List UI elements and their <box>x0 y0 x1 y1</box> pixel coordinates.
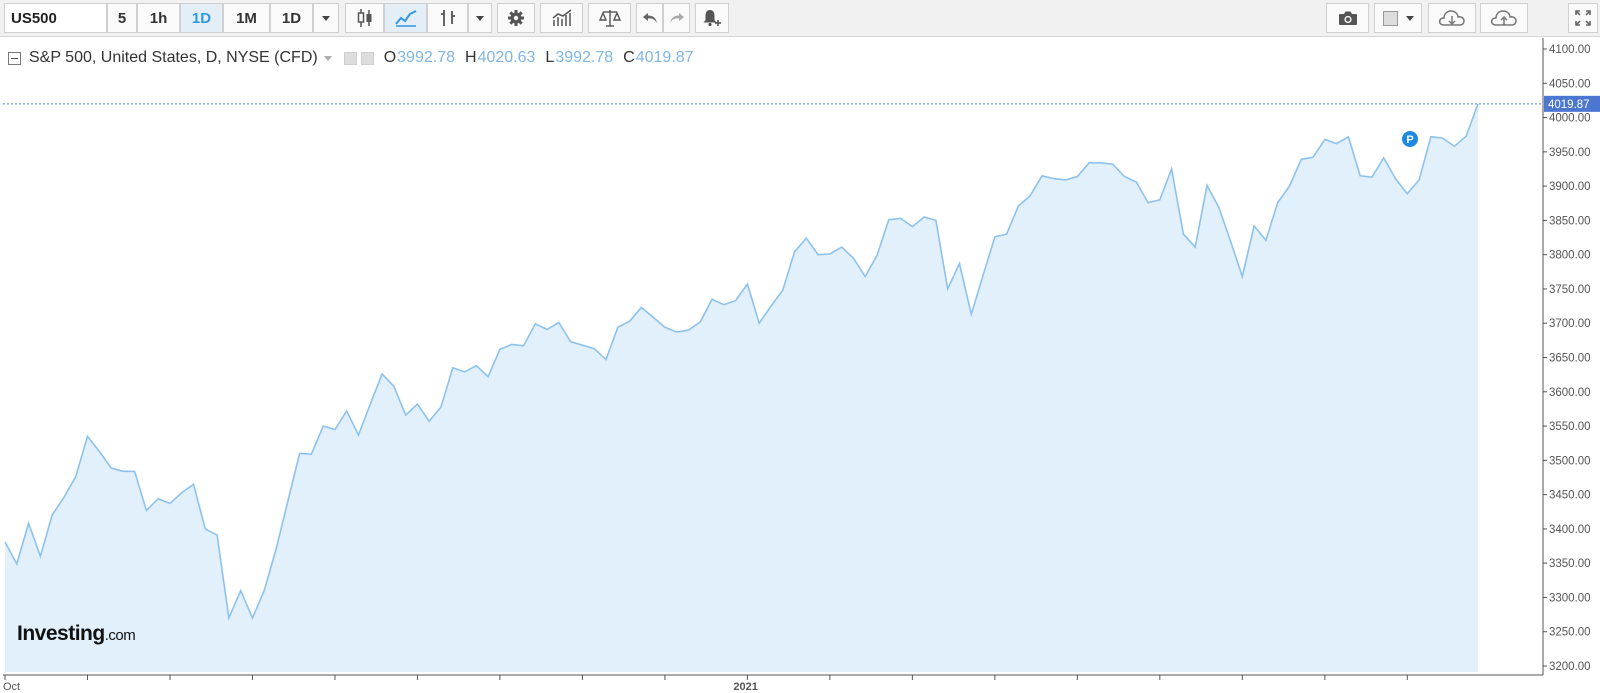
open-value: 3992.78 <box>397 49 455 66</box>
x-axis: Oct 2021 <box>3 674 1543 693</box>
last-price-label: 4019.87 <box>1548 99 1590 111</box>
y-tick-label: 4000.00 <box>1549 113 1591 125</box>
x-tick-label: Oct <box>3 681 20 693</box>
y-tick-label: 3250.00 <box>1549 627 1591 639</box>
y-tick-label: 4100.00 <box>1549 44 1591 56</box>
price-chart[interactable]: P 4100.00 4050.00 4000.00 3950.00 3900.00 385… <box>0 0 1600 693</box>
y-tick-label: 3200.00 <box>1549 661 1591 673</box>
investing-logo: Investing.com <box>17 622 136 646</box>
y-tick-label: 3600.00 <box>1549 387 1591 399</box>
y-tick-label: 3400.00 <box>1549 524 1591 536</box>
low-label: L <box>545 49 555 66</box>
series-legend: S&P 500, United States, D, NYSE (CFD) O3… <box>8 49 694 67</box>
series-area <box>5 103 1478 673</box>
y-tick-label: 3900.00 <box>1549 181 1591 193</box>
close-label: C <box>623 49 635 66</box>
y-tick-label: 3850.00 <box>1549 215 1591 227</box>
collapse-legend-icon[interactable] <box>8 51 21 65</box>
y-tick-label: 3750.00 <box>1549 284 1591 296</box>
low-value: 3992.78 <box>555 49 614 66</box>
logo-brand: Investing <box>17 622 105 645</box>
y-tick-label: 3500.00 <box>1549 455 1591 467</box>
x-tick-label: 2021 <box>733 681 757 693</box>
y-tick-label: 3550.00 <box>1549 421 1591 433</box>
close-value: 4019.87 <box>635 49 694 66</box>
event-marker-label: P <box>1406 134 1413 146</box>
open-label: O <box>383 49 397 66</box>
y-tick-label: 3300.00 <box>1549 592 1591 604</box>
series-title: S&P 500, United States, D, NYSE (CFD) <box>29 49 318 66</box>
series-settings-icon[interactable] <box>360 51 374 65</box>
y-axis: 4100.00 4050.00 4000.00 3950.00 3900.00 3850.… <box>1542 38 1600 675</box>
y-tick-label: 4050.00 <box>1549 78 1591 90</box>
high-label: H <box>465 49 477 66</box>
series-dropdown-icon[interactable] <box>323 55 332 61</box>
y-tick-label: 3800.00 <box>1549 250 1591 262</box>
y-tick-label: 3350.00 <box>1549 558 1591 570</box>
visibility-icon[interactable] <box>343 51 357 65</box>
y-tick-label: 3450.00 <box>1549 490 1591 502</box>
high-value: 4020.63 <box>477 49 536 66</box>
y-tick-label: 3650.00 <box>1549 353 1591 365</box>
y-tick-label: 3950.00 <box>1549 147 1591 159</box>
logo-suffix: .com <box>104 627 136 644</box>
y-tick-label: 3700.00 <box>1549 318 1591 330</box>
